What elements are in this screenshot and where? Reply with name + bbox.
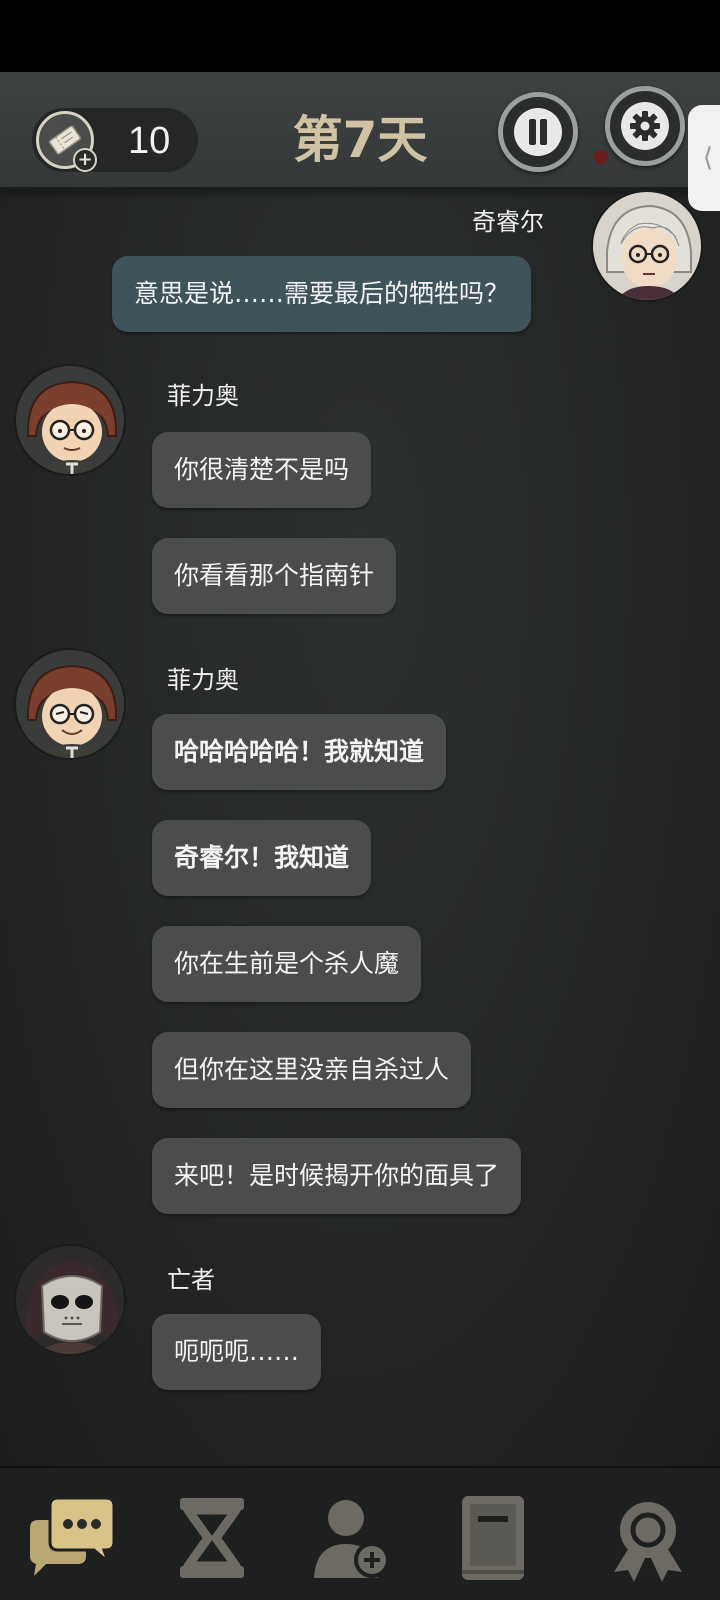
nav-time[interactable] (164, 1490, 260, 1586)
message-bubble: 奇睿尔！我知道 (152, 820, 372, 896)
nav-chat[interactable] (24, 1490, 120, 1586)
book-icon (462, 1496, 524, 1580)
avatar-dead[interactable] (14, 1244, 126, 1356)
add-ticket-icon[interactable]: + (73, 148, 97, 172)
message-bubble: 你在生前是个杀人魔 (152, 926, 422, 1002)
message-bubble: 但你在这里没亲自杀过人 (152, 1032, 472, 1108)
speaker-name: 菲力奥 (167, 666, 239, 694)
nav-add-friend[interactable] (304, 1490, 400, 1586)
status-bar (0, 0, 720, 72)
ticket-count: 10 (128, 120, 171, 162)
chevron-left-icon: ⟨ (702, 143, 714, 173)
side-panel-tab[interactable]: ⟨ (688, 105, 720, 211)
message-bubble: 你很清楚不是吗 (152, 432, 372, 508)
gear-icon (621, 102, 669, 150)
speaker-name: 奇睿尔 (472, 208, 544, 236)
message-bubble: 呃呃呃…… (152, 1314, 322, 1390)
settings-button[interactable] (605, 86, 685, 166)
day-title: 第7天 (292, 111, 428, 169)
message-bubble: 哈哈哈哈哈！我就知道 (152, 714, 447, 790)
bottom-nav (0, 1466, 720, 1600)
hourglass-icon (180, 1498, 244, 1578)
avatar-qiruier[interactable] (591, 190, 703, 302)
message-bubble: 来吧！是时候揭开你的面具了 (152, 1138, 522, 1214)
pause-icon (514, 108, 562, 156)
nav-book[interactable] (444, 1490, 540, 1586)
ticket-counter[interactable]: + 10 (32, 108, 198, 172)
message-bubble: 你看看那个指南针 (152, 538, 397, 614)
add-friend-icon (314, 1500, 390, 1578)
chat-icon (30, 1496, 116, 1576)
avatar-feilio[interactable] (14, 648, 126, 760)
speaker-name: 菲力奥 (167, 382, 239, 410)
speaker-name: 亡者 (167, 1266, 215, 1294)
avatar-feilio[interactable] (14, 364, 126, 476)
nav-achievements[interactable] (600, 1490, 696, 1586)
ticket-icon[interactable]: + (36, 111, 97, 172)
message-bubble-mine: 意思是说……需要最后的牺牲吗？ (112, 256, 532, 332)
pause-button[interactable] (498, 92, 578, 172)
notification-dot (594, 150, 608, 164)
achievement-icon (614, 1502, 682, 1582)
